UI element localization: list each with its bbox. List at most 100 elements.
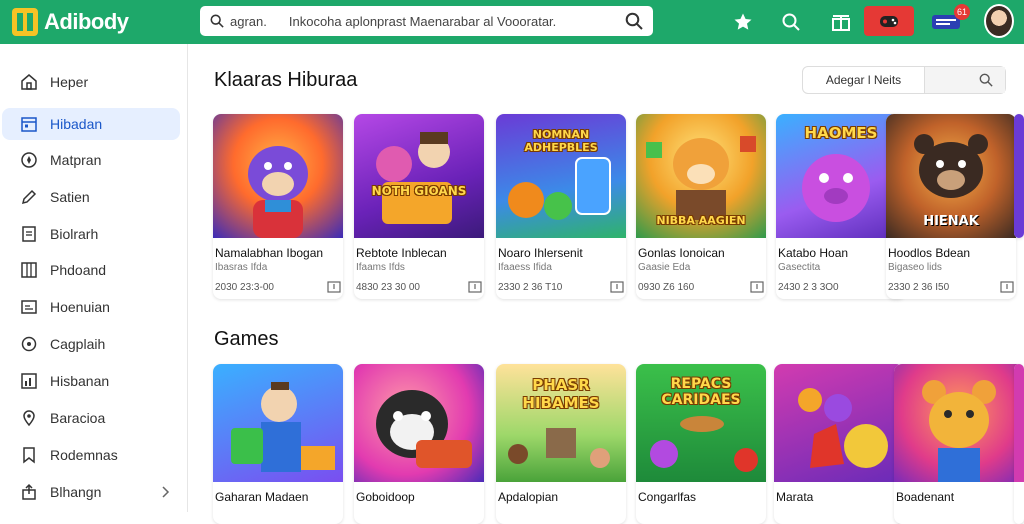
game-thumbnail: HIENAK [886, 114, 1016, 238]
sidebar-item-label: Phdoand [50, 262, 107, 278]
game-art-title: HIENAK [923, 214, 979, 229]
game-stats: 2330 2 36 I50 [888, 281, 950, 293]
game-card[interactable] [1014, 114, 1024, 238]
sidebar-item-label: Rodemnas [50, 447, 118, 463]
filter-control[interactable]: Adegar l Neits [802, 66, 1006, 94]
game-thumbnail: REPACS CARIDAES [636, 364, 766, 482]
game-subtitle: Bigaseo lids [888, 262, 942, 273]
sidebar-item-matpran[interactable]: Matpran [2, 144, 180, 176]
sidebar-item-label: Hibadan [50, 116, 103, 132]
game-card[interactable]: REPACS CARIDAES Congarlfas [636, 364, 766, 524]
game-thumbnail [774, 364, 904, 482]
sidebar-item-label: Heper [50, 74, 89, 90]
game-meta: 2330 2 36 T10 [496, 273, 626, 299]
search-bar[interactable]: agran. Inkocoha aplonprast Maenarabar al… [200, 6, 653, 36]
game-controller-icon [880, 16, 898, 27]
game-art-title: NOMNAN ADHEPBLES [524, 128, 598, 154]
game-meta: 2330 2 36 I50 [886, 273, 1016, 299]
game-art-title: NIBBA AAGIEN [656, 214, 746, 227]
star-icon[interactable] [731, 10, 755, 34]
grid-icon [20, 261, 38, 279]
game-meta: 4830 23 30 00 [354, 273, 484, 299]
sidebar-item-baracioa[interactable]: Baracioa [2, 402, 180, 434]
sidebar-item-hibadan[interactable]: Hibadan [2, 108, 180, 140]
game-title: Apdalopian [498, 490, 559, 504]
location-icon [20, 409, 38, 427]
sidebar-item-biolrarh[interactable]: Biolrarh [2, 218, 180, 250]
search-input[interactable]: Inkocoha aplonprast Maenarabar al Vooora… [289, 14, 617, 29]
download-icon[interactable] [750, 281, 764, 293]
game-card[interactable] [1014, 364, 1024, 524]
game-thumbnail: NOTH GIOANS [354, 114, 484, 238]
game-card[interactable]: Goboidoop [354, 364, 484, 524]
logo-icon [12, 8, 38, 36]
sidebar-item-hoenuian[interactable]: Hoenuian [2, 291, 180, 323]
sidebar-item-phdoand[interactable]: Phdoand [2, 254, 180, 286]
sidebar-item-cagplaih[interactable]: Cagplaih [2, 328, 180, 360]
game-title: Namalabhan Ibogan [215, 246, 324, 260]
gift-icon[interactable] [829, 10, 853, 34]
game-thumbnail [1014, 114, 1024, 238]
game-card[interactable]: Boadenant [894, 364, 1024, 524]
game-subtitle: Gaasie Eda [638, 262, 691, 273]
compass-icon [20, 151, 38, 169]
game-subtitle: Ibasras Ifda [215, 262, 268, 273]
game-card[interactable]: PHASR HIBAMES Apdalopian [496, 364, 626, 524]
search-icon[interactable] [779, 10, 803, 34]
game-thumbnail [1014, 364, 1024, 482]
game-stats: 2330 2 36 T10 [498, 281, 563, 293]
live-button[interactable] [864, 6, 914, 36]
game-thumbnail: NOMNAN ADHEPBLES [496, 114, 626, 238]
search-icon [210, 14, 224, 28]
download-icon[interactable] [468, 281, 482, 293]
section-title: Games [214, 328, 279, 350]
download-icon[interactable] [327, 281, 341, 293]
filter-search[interactable] [925, 67, 1005, 93]
chart-icon [20, 372, 38, 390]
sidebar-item-label: Matpran [50, 152, 102, 168]
sidebar-item-blhangn[interactable]: Blhangn [2, 476, 180, 508]
game-title: Congarlfas [638, 490, 697, 504]
download-icon[interactable] [1000, 281, 1014, 293]
game-card[interactable]: NOTH GIOANS Rebtote Inblecan Ifaams Ifds… [354, 114, 484, 299]
sidebar-item-label: Cagplaih [50, 336, 106, 352]
game-title: Noaro Ihlersenit [498, 246, 583, 260]
game-card[interactable]: Marata [774, 364, 904, 524]
game-stats: 2030 23:3-00 [215, 281, 274, 293]
sidebar-item-heper[interactable]: Heper [2, 66, 180, 98]
sidebar-item-hisbanan[interactable]: Hisbanan [2, 365, 180, 397]
bookmark-icon [20, 446, 38, 464]
game-thumbnail [213, 114, 343, 238]
sidebar-item-label: Hoenuian [50, 299, 110, 315]
top-bar: Adibody agran. Inkocoha aplonprast Maena… [0, 0, 1024, 44]
game-thumbnail [354, 364, 484, 482]
sidebar-item-satien[interactable]: Satien [2, 181, 180, 213]
download-icon[interactable] [610, 281, 624, 293]
home-icon [20, 73, 38, 91]
avatar[interactable] [984, 4, 1014, 38]
game-subtitle: Ifaams Ifds [356, 262, 405, 273]
game-title: Hoodlos Bdean [888, 246, 971, 260]
game-card[interactable]: Gaharan Madaen [213, 364, 343, 524]
game-title: Rebtote Inblecan [356, 246, 447, 260]
notification-badge: 61 [954, 4, 971, 20]
chevron-right-icon [162, 486, 170, 498]
game-card[interactable]: NIBBA AAGIEN Gonlas Ionoican Gaasie Eda … [636, 114, 766, 299]
game-art-title: NOTH GIOANS [371, 184, 467, 198]
search-submit-icon[interactable] [625, 12, 643, 30]
game-card[interactable]: Namalabhan Ibogan Ibasras Ifda 2030 23:3… [213, 114, 343, 299]
filter-dropdown[interactable]: Adegar l Neits [803, 67, 925, 93]
game-subtitle: Ifaaess Ifida [498, 262, 552, 273]
game-title: Boadenant [896, 490, 955, 504]
game-card[interactable]: HIENAK Hoodlos Bdean Bigaseo lids 2330 2… [886, 114, 1016, 299]
search-prefix: agran. [230, 13, 267, 29]
game-card[interactable]: NOMNAN ADHEPBLES Noaro Ihlersenit Ifaaes… [496, 114, 626, 299]
main-content: Klaaras Hiburaa Adegar l Neits Namalabha… [188, 44, 1024, 524]
game-art-title: PHASR HIBAMES [522, 376, 600, 412]
list-icon [20, 298, 38, 316]
sidebar-item-rodemnas[interactable]: Rodemnas [2, 439, 180, 471]
app-logo[interactable]: Adibody [12, 7, 129, 37]
sidebar-item-label: Hisbanan [50, 373, 110, 389]
app-name: Adibody [44, 9, 129, 34]
game-title: Gaharan Madaen [215, 490, 309, 504]
